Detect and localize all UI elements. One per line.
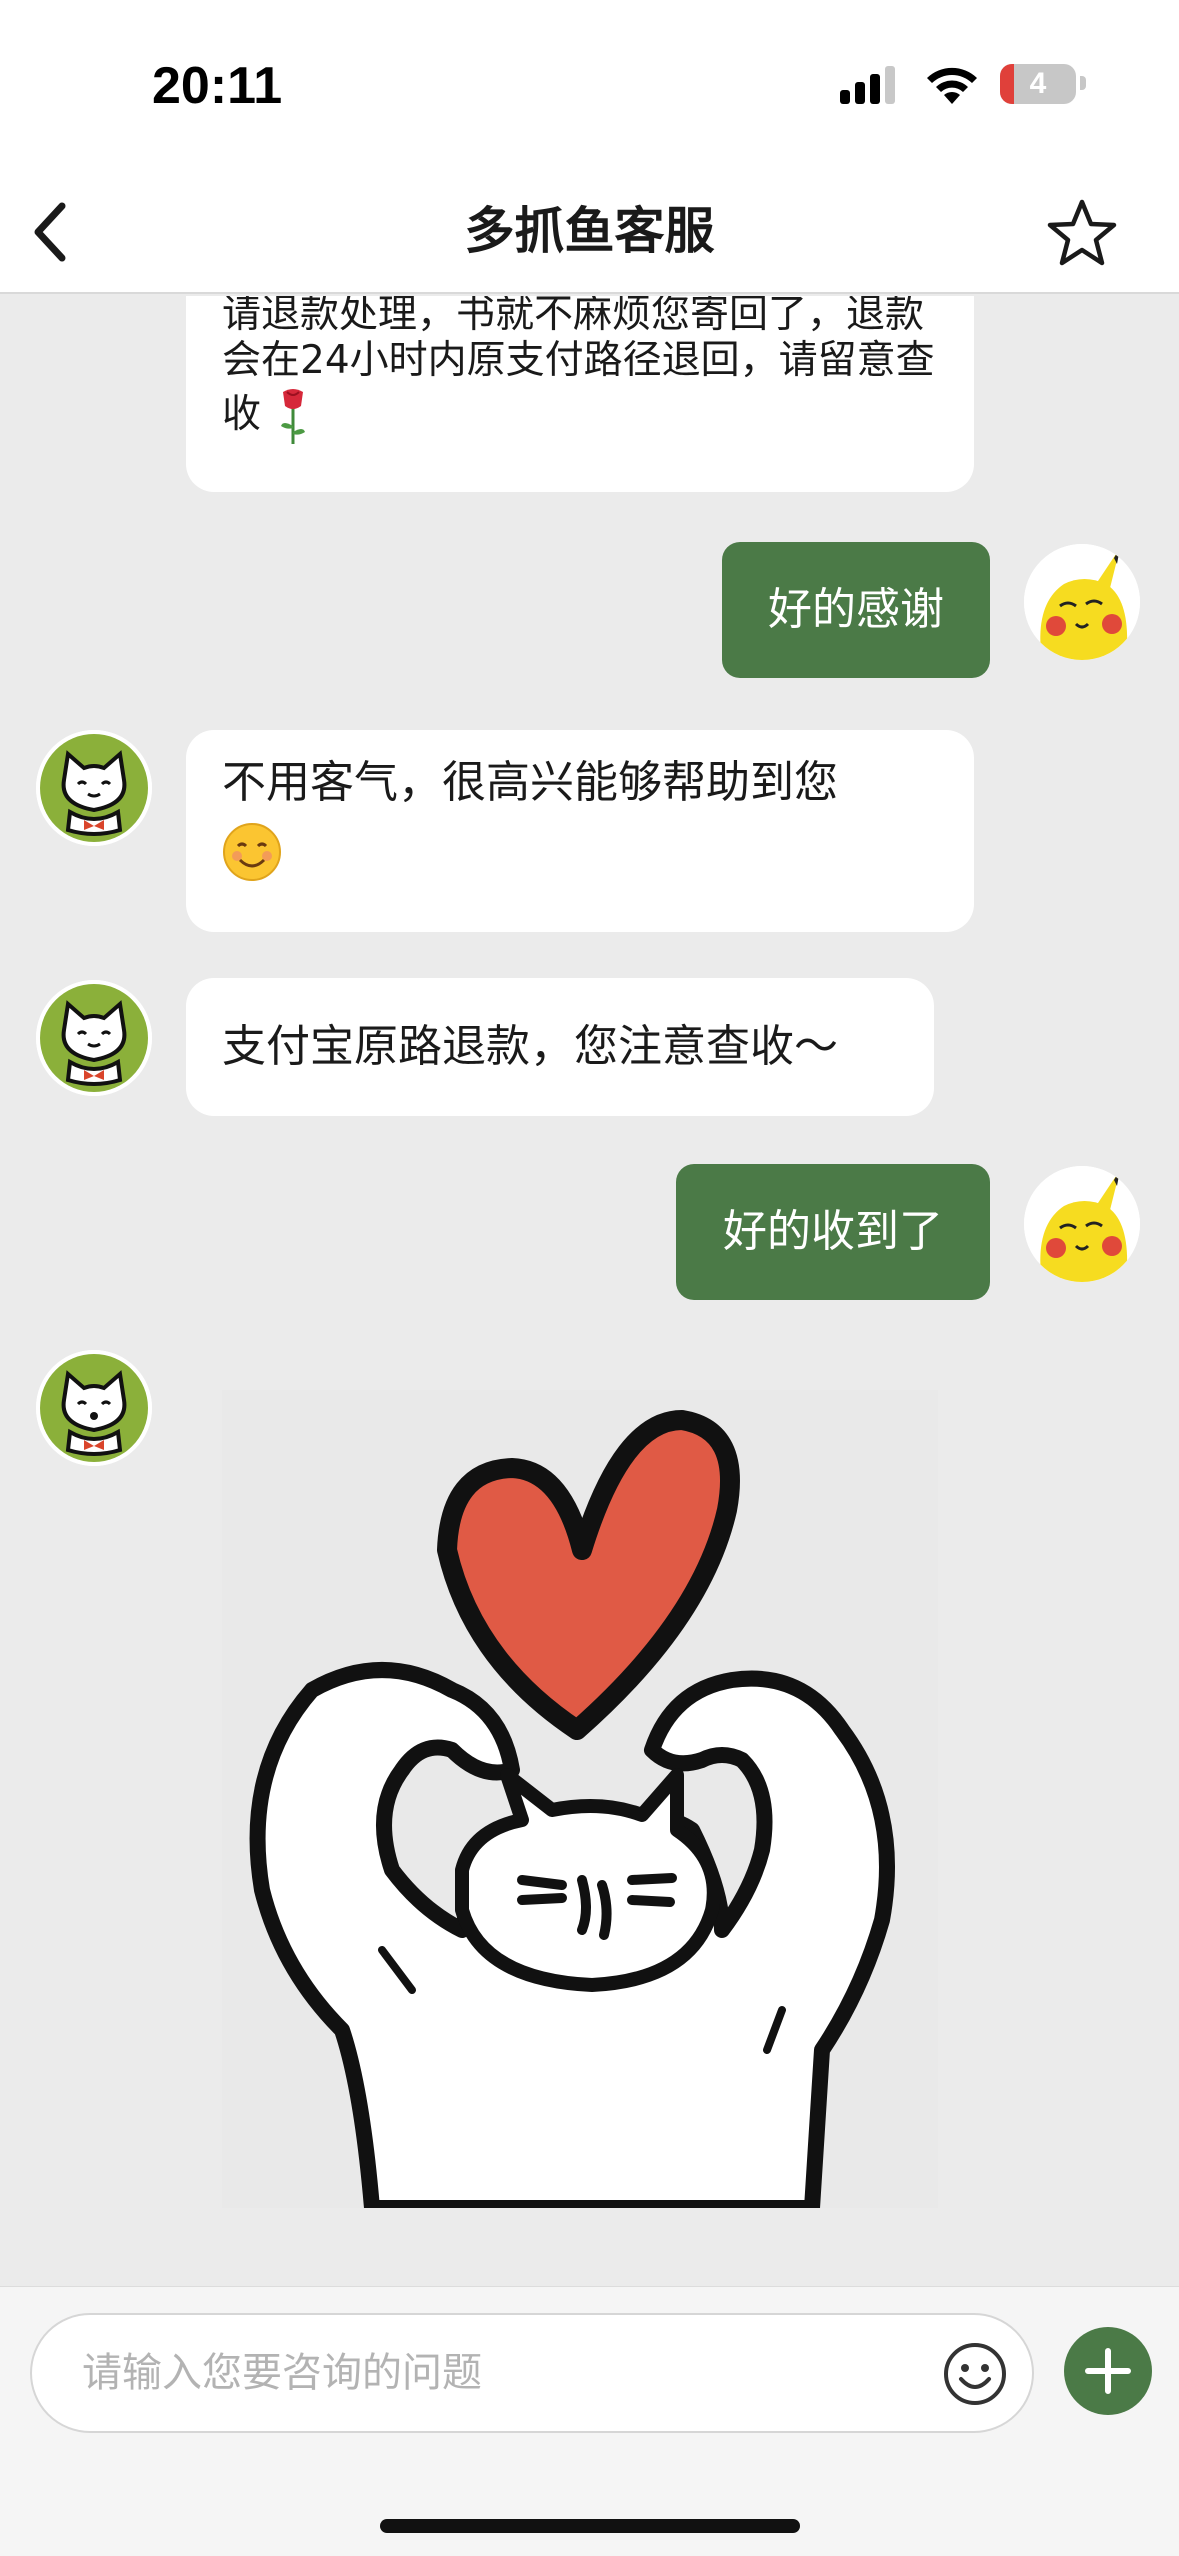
cat-agent-avatar-icon xyxy=(36,730,152,846)
message-text: 收 xyxy=(222,392,262,437)
plus-icon xyxy=(1085,2348,1131,2394)
input-bar: 请输入您要咨询的问题 xyxy=(0,2286,1179,2556)
status-bar: 20:11 4 xyxy=(0,0,1179,170)
message-text: 好的感谢 xyxy=(768,584,944,635)
battery-level: 4 xyxy=(1029,67,1047,100)
input-placeholder: 请输入您要咨询的问题 xyxy=(82,2350,482,2396)
rose-emoji xyxy=(281,389,306,444)
battery-nub xyxy=(1080,76,1086,90)
star-outline-icon xyxy=(1047,199,1117,266)
message-text-line: 收 xyxy=(222,384,938,446)
message-text-line: 请退款处理，书就不麻烦您寄回了，退款 xyxy=(222,296,925,337)
status-time: 20:11 xyxy=(152,57,283,115)
user-avatar[interactable] xyxy=(1024,1166,1140,1282)
status-icons: 4 xyxy=(840,60,1100,110)
sticker-message[interactable] xyxy=(222,1390,938,2216)
pikachu-avatar-icon xyxy=(1024,544,1140,660)
message-text: 支付宝原路退款，您注意查收～ xyxy=(222,1021,838,1072)
cat-agent-avatar-icon xyxy=(36,1350,152,1466)
page-title: 多抓鱼客服 xyxy=(464,202,715,260)
agent-avatar xyxy=(36,980,152,1096)
message-text-line: 会在24小时内原支付路径退回，请留意查 xyxy=(222,338,935,383)
smiling-face-emoji xyxy=(223,823,281,881)
message-text: 好的收到了 xyxy=(723,1206,943,1257)
emoji-button[interactable] xyxy=(942,2341,1008,2407)
cat-heart-sticker xyxy=(249,1410,895,2216)
agent-avatar xyxy=(36,730,152,846)
cat-agent-avatar-icon xyxy=(36,980,152,1096)
pikachu-avatar-icon xyxy=(1024,1166,1140,1282)
message-input[interactable]: 请输入您要咨询的问题 xyxy=(30,2313,1034,2433)
battery-icon: 4 xyxy=(1000,64,1076,104)
chevron-left-icon xyxy=(34,202,66,262)
wifi-icon xyxy=(927,67,977,104)
back-button[interactable] xyxy=(16,192,96,272)
agent-message: 请退款处理，书就不麻烦您寄回了，退款 会在24小时内原支付路径退回，请留意查 收 xyxy=(186,296,974,492)
nav-bar: 多抓鱼客服 xyxy=(0,170,1179,294)
signal-icon xyxy=(840,66,895,104)
message-text: 不用客气，很高兴能够帮助到您 xyxy=(222,757,838,808)
agent-message: 不用客气，很高兴能够帮助到您 xyxy=(186,730,974,932)
favorite-button[interactable] xyxy=(1040,192,1124,276)
agent-avatar xyxy=(36,1350,152,1466)
user-message: 好的感谢 xyxy=(722,542,990,678)
user-message: 好的收到了 xyxy=(676,1164,990,1300)
agent-message: 支付宝原路退款，您注意查收～ xyxy=(186,978,934,1116)
home-indicator[interactable] xyxy=(380,2519,800,2533)
chat-area: 请退款处理，书就不麻烦您寄回了，退款 会在24小时内原支付路径退回，请留意查 收… xyxy=(0,296,1179,2286)
smiley-icon xyxy=(944,2343,1006,2405)
plus-button[interactable] xyxy=(1064,2327,1152,2415)
user-avatar[interactable] xyxy=(1024,544,1140,660)
